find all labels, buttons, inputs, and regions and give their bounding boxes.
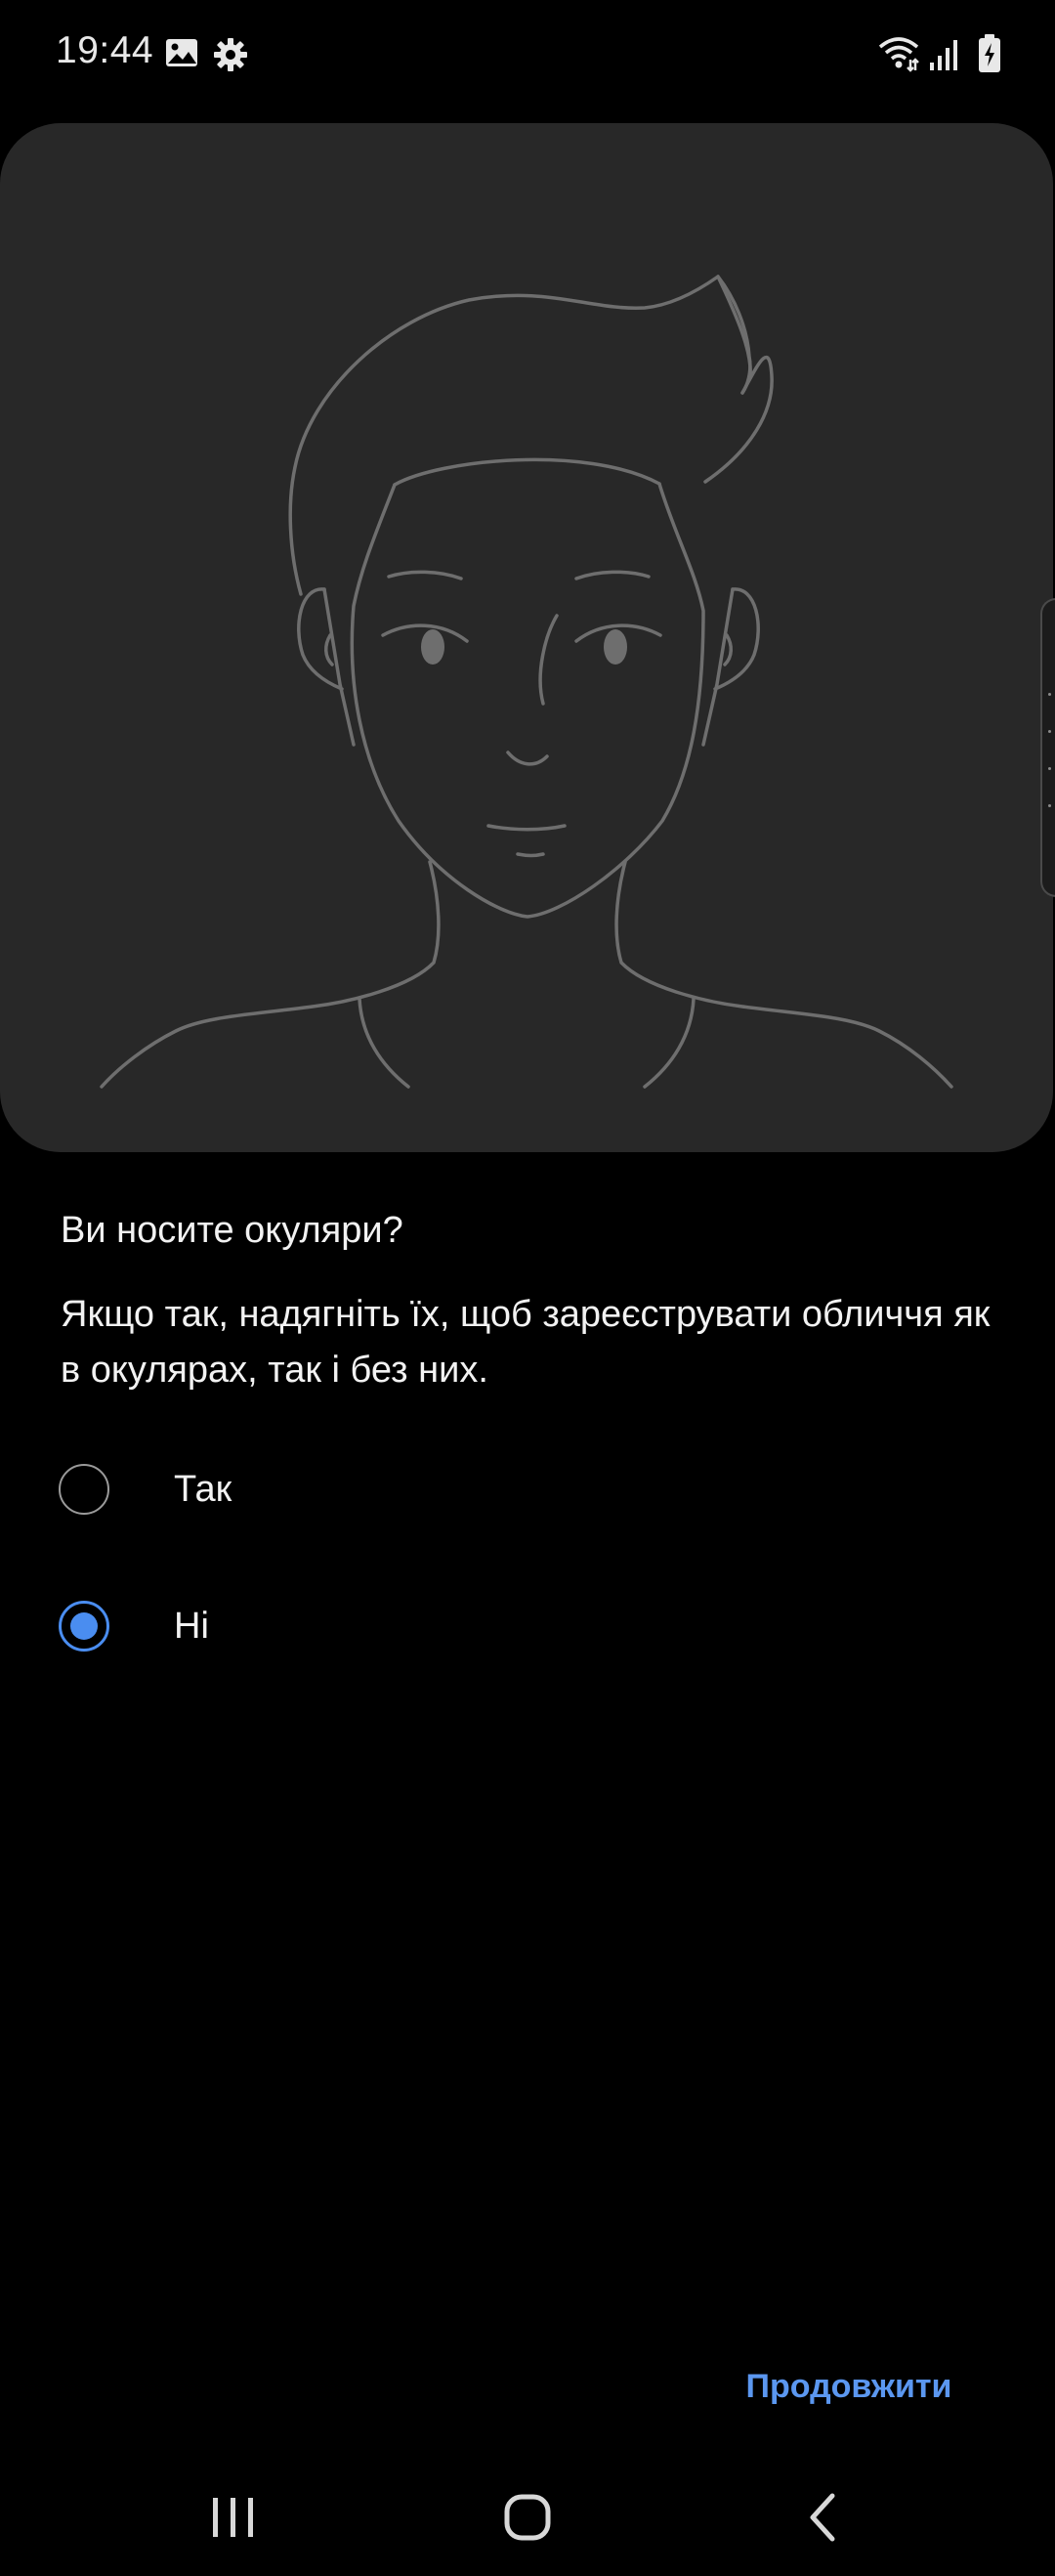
status-time: 19:44 [56,29,154,71]
back-icon [810,2493,835,2542]
radio-button-no[interactable] [59,1601,109,1652]
edge-panel-handle[interactable] [1040,598,1055,897]
battery-charging-icon [979,34,1000,72]
radio-option-no[interactable]: Ні [59,1589,996,1667]
image-icon [166,39,197,66]
radio-button-yes[interactable] [59,1464,109,1515]
home-icon [504,2494,551,2541]
recent-apps-button[interactable] [180,2482,287,2553]
radio-label-no: Ні [174,1606,209,1647]
illustration-card [0,123,1053,1152]
signal-icon [930,40,957,70]
face-outline-illustration [100,275,953,1089]
continue-button[interactable]: Продовжити [727,2357,971,2416]
home-button[interactable] [474,2482,581,2553]
status-bar: 19:44 [0,0,1055,109]
wifi-icon [878,37,919,72]
navigation-bar [0,2463,1055,2576]
recent-apps-icon [213,2498,253,2537]
gear-icon [214,38,247,71]
glasses-question: Ви носите окуляри? [61,1210,403,1251]
radio-option-yes[interactable]: Так [59,1452,996,1530]
glasses-description: Якщо так, надягніть їх, щоб зареєструват… [61,1294,991,1391]
radio-label-yes: Так [174,1469,232,1510]
back-button[interactable] [770,2482,877,2553]
